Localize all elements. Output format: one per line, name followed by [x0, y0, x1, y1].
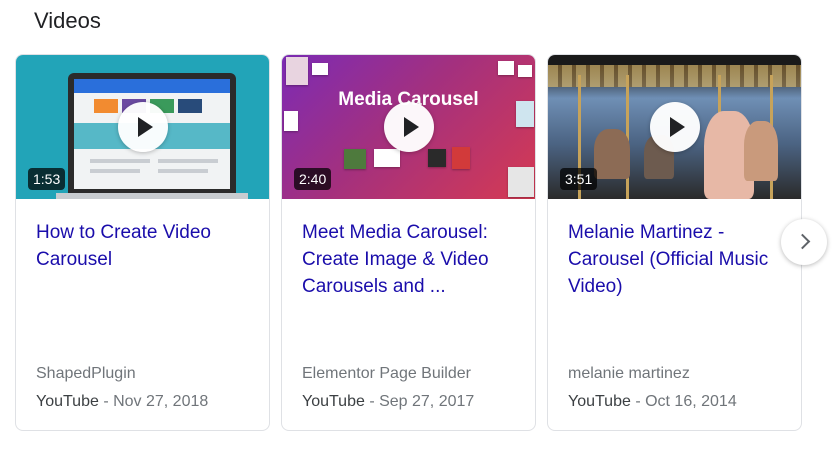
- video-duration: 1:53: [28, 168, 66, 190]
- video-card[interactable]: 3:51 Melanie Martinez - Carousel (Offici…: [547, 54, 802, 431]
- video-card[interactable]: Media Carousel 2:40 Meet Media Carousel:…: [281, 54, 536, 431]
- video-source: YouTube: [302, 393, 365, 410]
- play-icon[interactable]: [383, 102, 434, 152]
- video-meta: YouTube - Nov 27, 2018: [36, 393, 208, 411]
- video-channel: melanie martinez: [568, 365, 690, 382]
- meta-separator: -: [98, 393, 114, 410]
- video-thumbnail[interactable]: 3:51: [548, 55, 801, 199]
- meta-separator: -: [364, 393, 380, 410]
- video-meta: YouTube - Oct 16, 2014: [568, 393, 737, 411]
- chevron-right-icon[interactable]: [781, 219, 827, 265]
- video-card[interactable]: 1:53 How to Create Video Carousel Shaped…: [15, 54, 270, 431]
- video-date: Sep 27, 2017: [379, 393, 475, 410]
- video-meta: YouTube - Sep 27, 2017: [302, 393, 474, 411]
- video-duration: 2:40: [294, 168, 332, 190]
- video-channel: Elementor Page Builder: [302, 365, 471, 382]
- video-date: Nov 27, 2018: [113, 393, 209, 410]
- section-title: Videos: [34, 8, 101, 33]
- video-duration: 3:51: [560, 168, 598, 190]
- video-title-link[interactable]: Meet Media Carousel: Create Image & Vide…: [302, 219, 522, 300]
- video-title-link[interactable]: How to Create Video Carousel: [36, 219, 256, 273]
- video-thumbnail[interactable]: 1:53: [16, 55, 269, 199]
- video-source: YouTube: [36, 393, 99, 410]
- video-thumbnail[interactable]: Media Carousel 2:40: [282, 55, 535, 199]
- meta-separator: -: [630, 393, 646, 410]
- video-source: YouTube: [568, 393, 631, 410]
- play-icon[interactable]: [117, 102, 168, 152]
- video-title-link[interactable]: Melanie Martinez - Carousel (Official Mu…: [568, 219, 788, 300]
- play-icon[interactable]: [649, 102, 700, 152]
- video-date: Oct 16, 2014: [645, 393, 737, 410]
- video-channel: ShapedPlugin: [36, 365, 136, 382]
